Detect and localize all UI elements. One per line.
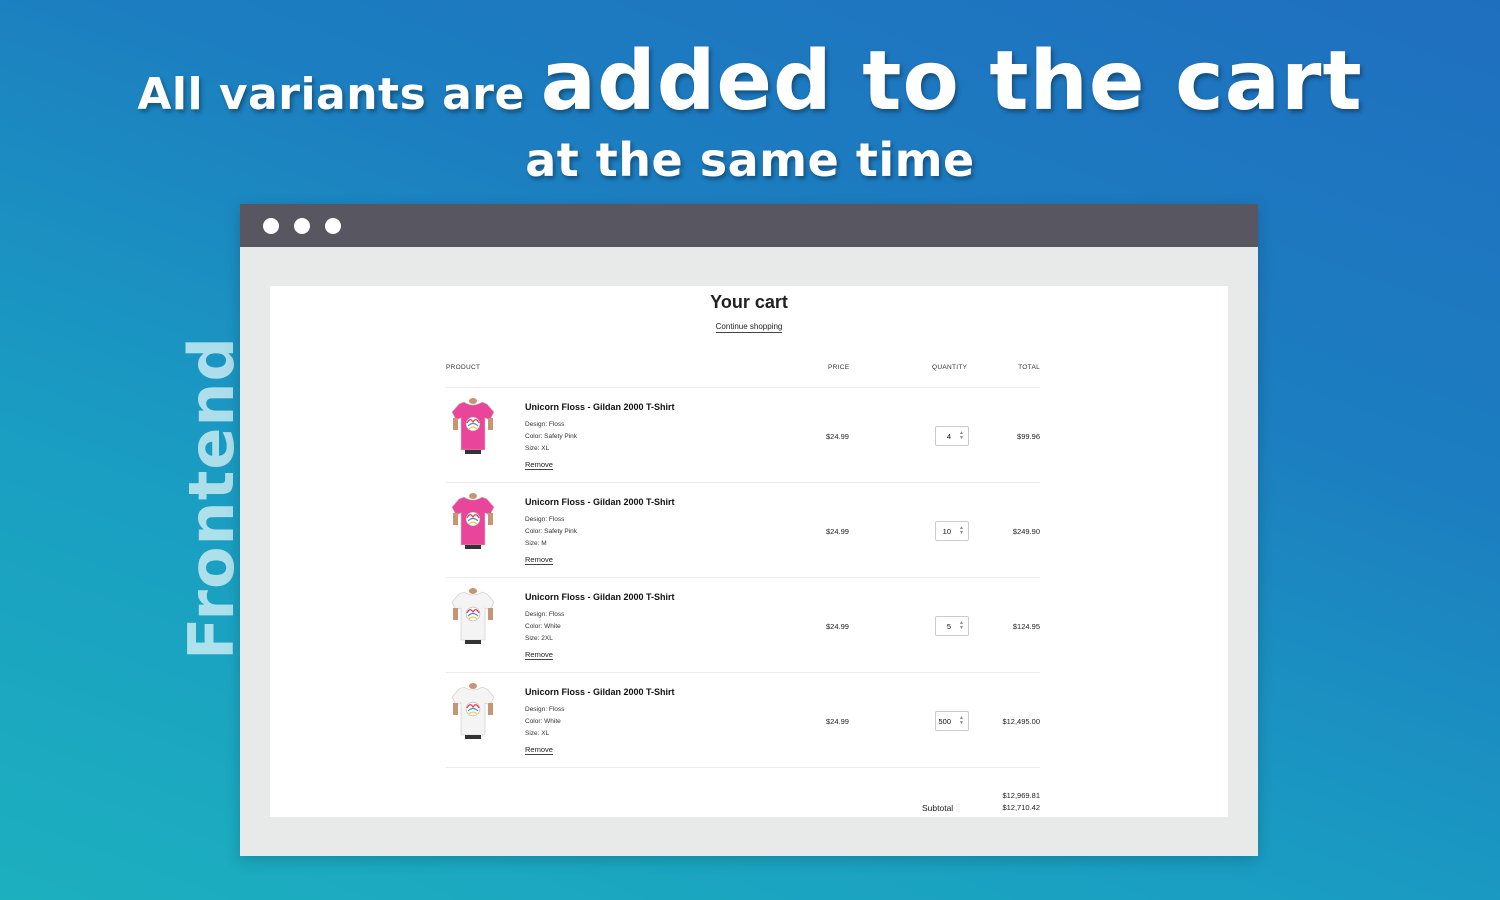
product-size: Size: XL bbox=[525, 730, 550, 737]
quantity-value: 500 bbox=[938, 717, 951, 726]
product-design: Design: Floss bbox=[525, 611, 565, 618]
product-color: Color: Safety Pink bbox=[525, 528, 578, 535]
item-total: $124.95 bbox=[1012, 622, 1040, 631]
table-row: Unicorn Floss - Gildan 2000 T-Shirt Desi… bbox=[446, 673, 1040, 768]
item-price: $24.99 bbox=[826, 432, 849, 441]
frontend-side-label: Frontend bbox=[175, 336, 248, 660]
quantity-input[interactable]: 5 ▲ ▼ bbox=[935, 616, 969, 636]
product-thumbnail[interactable] bbox=[450, 398, 496, 454]
product-color: Color: White bbox=[525, 623, 561, 630]
remove-link[interactable]: Remove bbox=[525, 460, 553, 470]
quantity-value: 10 bbox=[942, 527, 951, 536]
product-size: Size: M bbox=[525, 540, 547, 547]
item-price: $24.99 bbox=[826, 622, 849, 631]
column-header-quantity: QUANTITY bbox=[932, 364, 968, 371]
item-price: $24.99 bbox=[826, 527, 849, 536]
table-row: Unicorn Floss - Gildan 2000 T-Shirt Desi… bbox=[446, 483, 1040, 578]
continue-shopping: Continue shopping bbox=[270, 322, 1228, 333]
original-total: $12,969.81 bbox=[1002, 791, 1040, 800]
product-thumbnail[interactable] bbox=[450, 683, 496, 739]
product-name[interactable]: Unicorn Floss - Gildan 2000 T-Shirt bbox=[525, 592, 675, 602]
quantity-input[interactable]: 500 ▲ ▼ bbox=[935, 711, 969, 731]
subtotal-value: $12,710.42 bbox=[1002, 803, 1040, 812]
product-size: Size: XL bbox=[525, 445, 550, 452]
stepper-arrows-icon[interactable]: ▲ ▼ bbox=[959, 431, 964, 441]
quantity-value: 5 bbox=[946, 622, 951, 631]
stepper-arrows-icon[interactable]: ▲ ▼ bbox=[959, 526, 964, 536]
quantity-value: 4 bbox=[946, 432, 951, 441]
remove-link[interactable]: Remove bbox=[525, 745, 553, 755]
product-thumbnail[interactable] bbox=[450, 588, 496, 644]
item-total: $99.96 bbox=[1017, 432, 1040, 441]
product-design: Design: Floss bbox=[525, 706, 565, 713]
product-name[interactable]: Unicorn Floss - Gildan 2000 T-Shirt bbox=[525, 497, 675, 507]
browser-titlebar bbox=[240, 204, 1258, 247]
quantity-input[interactable]: 4 ▲ ▼ bbox=[935, 426, 969, 446]
table-header: PRODUCT PRICE QUANTITY TOTAL bbox=[446, 362, 1040, 388]
quantity-input[interactable]: 10 ▲ ▼ bbox=[935, 521, 969, 541]
item-price: $24.99 bbox=[826, 717, 849, 726]
product-design: Design: Floss bbox=[525, 421, 565, 428]
subtotal-label: Subtotal bbox=[922, 803, 954, 813]
product-design: Design: Floss bbox=[525, 516, 565, 523]
headline: All variants are added to the cart at th… bbox=[0, 38, 1500, 187]
continue-shopping-link[interactable]: Continue shopping bbox=[715, 322, 783, 333]
window-dot-icon bbox=[294, 217, 310, 234]
product-name[interactable]: Unicorn Floss - Gildan 2000 T-Shirt bbox=[525, 687, 675, 697]
remove-link[interactable]: Remove bbox=[525, 555, 553, 565]
headline-line-1: All variants are added to the cart bbox=[0, 38, 1500, 139]
cart-page: Your cart Continue shopping PRODUCT PRIC… bbox=[270, 286, 1228, 817]
cart-table: PRODUCT PRICE QUANTITY TOTAL Unicorn Flo… bbox=[446, 362, 1040, 768]
stepper-arrows-icon[interactable]: ▲ ▼ bbox=[959, 621, 964, 631]
item-total: $12,495.00 bbox=[1002, 717, 1040, 726]
table-row: Unicorn Floss - Gildan 2000 T-Shirt Desi… bbox=[446, 388, 1040, 483]
remove-link[interactable]: Remove bbox=[525, 650, 553, 660]
window-dot-icon bbox=[263, 217, 279, 234]
headline-part-2: added to the cart bbox=[540, 34, 1363, 129]
window-dot-icon bbox=[325, 217, 341, 234]
product-color: Color: Safety Pink bbox=[525, 433, 578, 440]
stepper-arrows-icon[interactable]: ▲ ▼ bbox=[959, 716, 964, 726]
column-header-price: PRICE bbox=[828, 364, 850, 371]
column-header-total: TOTAL bbox=[1018, 364, 1040, 371]
browser-window: Your cart Continue shopping PRODUCT PRIC… bbox=[240, 204, 1258, 856]
page-title: Your cart bbox=[710, 292, 788, 312]
headline-part-1: All variants are bbox=[137, 69, 525, 120]
headline-line-2: at the same time bbox=[525, 133, 975, 187]
product-thumbnail[interactable] bbox=[450, 493, 496, 549]
product-name[interactable]: Unicorn Floss - Gildan 2000 T-Shirt bbox=[525, 402, 675, 412]
item-total: $249.90 bbox=[1012, 527, 1040, 536]
column-header-product: PRODUCT bbox=[446, 364, 481, 371]
table-row: Unicorn Floss - Gildan 2000 T-Shirt Desi… bbox=[446, 578, 1040, 673]
product-size: Size: 2XL bbox=[525, 635, 553, 642]
product-color: Color: White bbox=[525, 718, 561, 725]
